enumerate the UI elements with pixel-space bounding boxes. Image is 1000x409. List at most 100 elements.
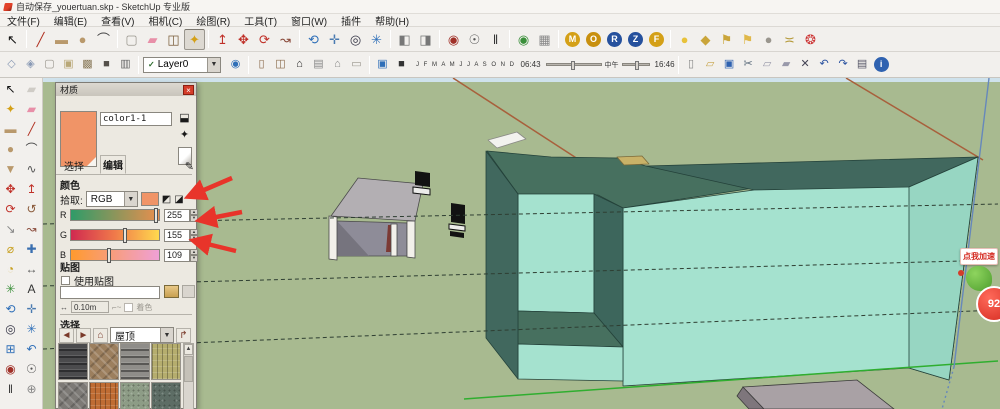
menu-item-6[interactable]: 窗口(W) bbox=[284, 13, 334, 28]
menu-item-4[interactable]: 绘图(R) bbox=[189, 13, 237, 28]
forward-arrow-icon[interactable]: ► bbox=[76, 328, 91, 343]
model-chair[interactable] bbox=[413, 171, 430, 195]
undo-button[interactable]: ↶ bbox=[815, 55, 834, 74]
position-camera-tool[interactable]: ◉ bbox=[443, 29, 464, 50]
pan-tool[interactable]: ✛ bbox=[21, 299, 42, 319]
zoom-tool[interactable]: ◎ bbox=[0, 319, 21, 339]
zoom-extents-tool[interactable]: ✳ bbox=[366, 29, 387, 50]
badge-o-button[interactable]: O bbox=[583, 29, 604, 50]
browse-texture-icon[interactable] bbox=[164, 285, 179, 298]
shadow-end-time[interactable]: 16:46 bbox=[653, 60, 677, 69]
eyedropper-icon[interactable]: ✎ bbox=[185, 160, 194, 173]
layer-manager-button[interactable]: ◉ bbox=[226, 55, 245, 74]
badge-f-button[interactable]: F bbox=[646, 29, 667, 50]
material-swatch-thatch-yellow[interactable] bbox=[151, 343, 181, 380]
section-plane-tool[interactable]: ⊕ bbox=[21, 379, 42, 399]
dimension-tool[interactable]: ↔ bbox=[21, 259, 42, 279]
material-swatch-flagstone-brown[interactable] bbox=[89, 343, 119, 380]
zoom-extents-tool[interactable]: ✳ bbox=[21, 319, 42, 339]
next-view-button[interactable]: ◨ bbox=[415, 29, 436, 50]
menu-item-1[interactable]: 编辑(E) bbox=[47, 13, 94, 28]
zoom-window-tool[interactable]: ⊞ bbox=[0, 339, 21, 359]
rotate-tool[interactable]: ⟳ bbox=[254, 29, 275, 50]
material-swatch-shingles-dark[interactable] bbox=[58, 343, 88, 380]
make-group-tool[interactable]: ▢ bbox=[121, 29, 142, 50]
push-pull-tool[interactable]: ↥ bbox=[21, 179, 42, 199]
rotate-tool[interactable]: ⟳ bbox=[0, 199, 21, 219]
table-leg[interactable] bbox=[407, 221, 415, 258]
make-component-tool[interactable]: ◫ bbox=[163, 29, 184, 50]
previous-view-button[interactable]: ↶ bbox=[21, 339, 42, 359]
texture-file-input[interactable] bbox=[60, 286, 160, 299]
walk-tool[interactable]: ‖ bbox=[485, 29, 506, 50]
position-camera-tool[interactable]: ◉ bbox=[0, 359, 21, 379]
table-leg[interactable] bbox=[329, 216, 337, 260]
paste-button[interactable]: ▰ bbox=[777, 55, 796, 74]
shadow-slider-handle[interactable] bbox=[635, 61, 639, 70]
save-button[interactable]: ▣ bbox=[720, 55, 739, 74]
protractor-tool[interactable]: ◔ bbox=[0, 259, 21, 279]
promo-counter-badge[interactable]: 92 bbox=[976, 286, 1000, 322]
shaded-style-button[interactable]: ▣ bbox=[59, 55, 78, 74]
alcove-back-wall-face[interactable] bbox=[518, 194, 594, 313]
component-entry-button[interactable]: ◫ bbox=[271, 55, 290, 74]
spinner-arrow-icon[interactable]: ▼ bbox=[190, 235, 198, 242]
back-arrow-icon[interactable]: ◄ bbox=[59, 328, 74, 343]
toggle-secondary-pane-icon[interactable]: ⬓ bbox=[176, 111, 193, 124]
material-swatch-moss-green[interactable] bbox=[120, 382, 150, 409]
open-button[interactable]: ▱ bbox=[701, 55, 720, 74]
model-building[interactable] bbox=[486, 132, 978, 386]
close-button[interactable]: × bbox=[183, 85, 194, 95]
freehand-tool[interactable]: ∿ bbox=[21, 159, 42, 179]
dark-cube-button[interactable]: ■ bbox=[392, 55, 411, 74]
shadow-time-slider[interactable] bbox=[546, 63, 602, 66]
copy-button[interactable]: ▱ bbox=[758, 55, 777, 74]
use-texture-checkbox[interactable] bbox=[61, 276, 70, 285]
badge-z-button[interactable]: Z bbox=[625, 29, 646, 50]
shaded-textures-style-button[interactable]: ▩ bbox=[78, 55, 97, 74]
g-slider-handle[interactable] bbox=[123, 228, 127, 243]
textured-cube-button[interactable]: ▣ bbox=[373, 55, 392, 74]
move-tool[interactable]: ✥ bbox=[233, 29, 254, 50]
component-home-button[interactable]: ⌂ bbox=[290, 55, 309, 74]
scroll-up-icon[interactable]: ▲ bbox=[184, 344, 193, 355]
match-model-color-icon[interactable]: ◪ bbox=[174, 194, 183, 205]
b-slider[interactable] bbox=[70, 249, 160, 261]
aspect-lock-icon[interactable]: ⌐~ bbox=[112, 303, 121, 312]
r-spinner[interactable]: ▲▼ bbox=[190, 209, 198, 222]
orbit-tool[interactable]: ⟲ bbox=[303, 29, 324, 50]
follow-me-tool[interactable]: ↝ bbox=[21, 219, 42, 239]
axes-tool[interactable]: ✚ bbox=[21, 239, 42, 259]
materials-dialog-titlebar[interactable]: 材质 × bbox=[56, 83, 196, 96]
menu-item-5[interactable]: 工具(T) bbox=[237, 13, 284, 28]
layer-dropdown[interactable]: ✓ Layer0 ▼ bbox=[143, 57, 221, 73]
flag-b-tool[interactable]: ⚑ bbox=[737, 29, 758, 50]
collection-dropdown[interactable]: 屋顶 ▼ bbox=[110, 327, 174, 343]
tower-base-face[interactable] bbox=[518, 344, 623, 381]
model-gray-box[interactable] bbox=[737, 380, 894, 409]
materials-dialog[interactable]: 材质 × color1-1 ⬓ ✦ 选择 编辑 ✎ 颜色 拾取: RGB ▼ ◩… bbox=[55, 82, 197, 409]
circle-tool[interactable]: ● bbox=[0, 139, 21, 159]
delete-button[interactable]: ✕ bbox=[796, 55, 815, 74]
redo-button[interactable]: ↷ bbox=[834, 55, 853, 74]
info-button[interactable]: i bbox=[872, 55, 891, 74]
b-spinner[interactable]: ▲▼ bbox=[190, 249, 198, 262]
walk-tool[interactable]: ‖ bbox=[0, 379, 21, 399]
intersect-tool[interactable]: ≍ bbox=[779, 29, 800, 50]
shadow-start-time[interactable]: 06:43 bbox=[519, 60, 543, 69]
r-value-input[interactable]: 255▲▼ bbox=[164, 209, 190, 222]
texture-size-input[interactable]: 0.10m bbox=[71, 301, 109, 313]
sphere-tool[interactable]: ● bbox=[674, 29, 695, 50]
picker-dropdown[interactable]: RGB ▼ bbox=[86, 191, 138, 207]
line-tool[interactable]: ╱ bbox=[21, 119, 42, 139]
model-table[interactable] bbox=[329, 178, 423, 260]
cut-button[interactable]: ✂ bbox=[739, 55, 758, 74]
hidden-line-style-button[interactable]: ▢ bbox=[40, 55, 59, 74]
component-panel-button[interactable]: ▭ bbox=[347, 55, 366, 74]
look-around-tool[interactable]: ☉ bbox=[21, 359, 42, 379]
tab-edit[interactable]: 编辑 bbox=[100, 155, 126, 174]
move-tool[interactable]: ✥ bbox=[0, 179, 21, 199]
eraser-tool[interactable]: ▰ bbox=[142, 29, 163, 50]
component-door-button[interactable]: ▯ bbox=[252, 55, 271, 74]
chevron-down-icon[interactable]: ▼ bbox=[207, 58, 220, 72]
